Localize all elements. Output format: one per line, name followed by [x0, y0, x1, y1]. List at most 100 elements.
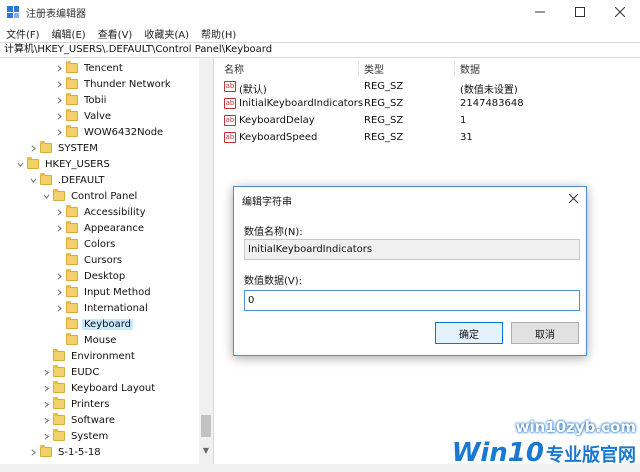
tree-item-label: Tencent: [84, 62, 123, 74]
menu-view[interactable]: 查看(V): [92, 26, 139, 41]
cancel-button[interactable]: 取消: [511, 322, 579, 344]
ok-button[interactable]: 确定: [435, 322, 503, 344]
tree-item-label: Tobii: [84, 94, 107, 106]
address-bar[interactable]: 计算机\HKEY_USERS\.DEFAULT\Control Panel\Ke…: [0, 42, 640, 58]
tree-item-label: Keyboard: [82, 318, 134, 330]
column-separator[interactable]: [358, 61, 359, 77]
folder-icon: [66, 333, 78, 345]
tree-item[interactable]: WOW6432Node: [54, 124, 165, 140]
dialog-close-button[interactable]: [566, 191, 580, 205]
registry-value-row[interactable]: ab KeyboardDelay REG_SZ 1: [218, 113, 638, 130]
tree-item-label: HKEY_USERS: [45, 158, 110, 170]
chevron-right-icon[interactable]: [28, 446, 38, 458]
tree-scrollbar[interactable]: ▼: [199, 59, 213, 464]
chevron-right-icon[interactable]: [41, 366, 51, 378]
tree-item[interactable]: Software: [41, 412, 117, 428]
value-type: REG_SZ: [364, 132, 404, 143]
maximize-button[interactable]: [560, 0, 600, 24]
chevron-right-icon[interactable]: [54, 286, 64, 298]
menu-edit[interactable]: 编辑(E): [46, 26, 92, 41]
folder-icon: [66, 93, 78, 105]
tree-item[interactable]: Printers: [41, 396, 111, 412]
tree-item[interactable]: Appearance: [54, 220, 146, 236]
tree-item[interactable]: Colors: [54, 236, 117, 252]
tree-item[interactable]: .DEFAULT: [28, 172, 107, 188]
chevron-right-icon[interactable]: [41, 414, 51, 426]
registry-value-row[interactable]: ab KeyboardSpeed REG_SZ 31: [218, 130, 638, 147]
registry-value-row[interactable]: ab (默认) REG_SZ (数值未设置): [218, 79, 638, 96]
chevron-down-icon[interactable]: [28, 174, 38, 186]
chevron-right-icon[interactable]: [41, 430, 51, 442]
column-separator[interactable]: [454, 61, 455, 77]
watermark-brand-win10: Win10: [451, 438, 544, 468]
tree-item-label: Mouse: [84, 334, 117, 346]
tree-item[interactable]: S-1-5-18: [28, 444, 103, 460]
minimize-button[interactable]: [520, 0, 560, 24]
tree-item[interactable]: Valve: [54, 108, 113, 124]
tree-item[interactable]: Keyboard: [54, 316, 134, 332]
tree-item[interactable]: Environment: [41, 348, 137, 364]
folder-icon: [66, 301, 78, 313]
column-header-type[interactable]: 类型: [364, 61, 384, 77]
tree-item-label: Accessibility: [84, 206, 146, 218]
chevron-right-icon[interactable]: [41, 398, 51, 410]
column-header-data[interactable]: 数据: [460, 61, 480, 77]
chevron-right-icon[interactable]: [54, 78, 64, 90]
tree-item[interactable]: Accessibility: [54, 204, 148, 220]
chevron-right-icon[interactable]: [54, 126, 64, 138]
tree-item-label: Valve: [84, 110, 112, 122]
tree-item[interactable]: Tobii: [54, 92, 108, 108]
column-header-name[interactable]: 名称: [224, 61, 244, 77]
chevron-down-icon[interactable]: [15, 158, 25, 170]
folder-icon: [66, 317, 78, 329]
tree-item-label: SYSTEM: [58, 142, 98, 154]
tree-scrollbar-thumb[interactable]: [201, 415, 211, 437]
tree-item[interactable]: Control Panel: [41, 188, 139, 204]
tree-item[interactable]: Mouse: [54, 332, 118, 348]
tree-item-label: S-1-5-18: [58, 446, 101, 458]
tree-item[interactable]: Desktop: [54, 268, 127, 284]
chevron-right-icon[interactable]: [54, 110, 64, 122]
chevron-right-icon[interactable]: [54, 302, 64, 314]
chevron-right-icon[interactable]: [41, 382, 51, 394]
tree-item[interactable]: HKEY_USERS: [15, 156, 112, 172]
tree-item[interactable]: System: [41, 428, 110, 444]
chevron-right-icon[interactable]: [54, 222, 64, 234]
registry-value-row[interactable]: ab InitialKeyboardIndicators REG_SZ 2147483…: [218, 96, 638, 113]
scroll-down-arrow-icon[interactable]: ▼: [199, 444, 213, 456]
menu-help[interactable]: 帮助(H): [195, 26, 242, 41]
folder-icon: [66, 61, 78, 73]
tree-item[interactable]: Input Method: [54, 284, 153, 300]
tree-item-label: Keyboard Layout: [71, 382, 156, 394]
tree-item[interactable]: International: [54, 300, 150, 316]
value-data-input[interactable]: [244, 290, 580, 311]
tree-item-label: Printers: [71, 398, 110, 410]
tree-item-label: Input Method: [84, 286, 151, 298]
value-type: REG_SZ: [364, 98, 404, 109]
watermark-brand: Win10 专业版官网: [452, 438, 636, 468]
chevron-right-icon[interactable]: [54, 270, 64, 282]
chevron-right-icon[interactable]: [28, 142, 38, 154]
folder-icon: [66, 77, 78, 89]
title-bar: 注册表编辑器: [0, 0, 640, 24]
tree-item[interactable]: Cursors: [54, 252, 124, 268]
tree-item[interactable]: SYSTEM: [28, 140, 100, 156]
value-type: REG_SZ: [364, 115, 404, 126]
value-data: (数值未设置): [460, 85, 518, 96]
folder-icon: [66, 109, 78, 121]
menu-file[interactable]: 文件(F): [0, 26, 46, 41]
chevron-right-icon[interactable]: [54, 206, 64, 218]
tree-item[interactable]: EUDC: [41, 364, 101, 380]
chevron-right-icon[interactable]: [54, 94, 64, 106]
tree-item[interactable]: Tencent: [54, 60, 125, 76]
close-button[interactable]: [600, 0, 640, 24]
menu-favorites[interactable]: 收藏夹(A): [138, 26, 195, 41]
tree-item[interactable]: Thunder Network: [54, 76, 173, 92]
chevron-down-icon[interactable]: [41, 190, 51, 202]
chevron-right-icon[interactable]: [54, 62, 64, 74]
tree-item[interactable]: Keyboard Layout: [41, 380, 157, 396]
tree-item-label: Cursors: [84, 254, 123, 266]
tree-item-label: .DEFAULT: [58, 174, 105, 186]
